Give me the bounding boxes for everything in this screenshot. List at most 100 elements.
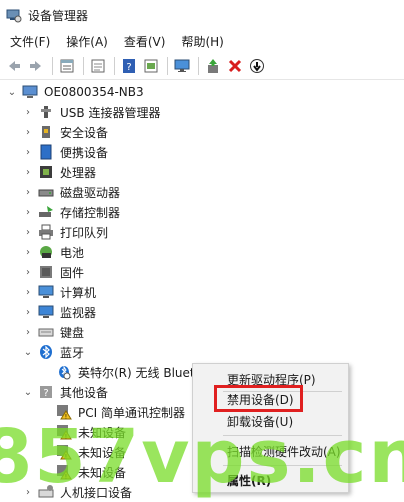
help-icon[interactable]: ? (119, 56, 139, 76)
keyboard-icon (38, 324, 54, 340)
forward-icon[interactable] (26, 56, 46, 76)
update-driver-icon[interactable] (203, 56, 223, 76)
back-icon[interactable] (4, 56, 24, 76)
tree-item-security[interactable]: › 安全设备 (22, 122, 108, 142)
firmware-icon (38, 264, 54, 280)
tree-item-label: USB 连接器管理器 (60, 105, 161, 120)
menu-view[interactable]: 查看(V) (118, 33, 172, 50)
tree-item-bluetooth-adapter[interactable]: 英特尔(R) 无线 Bluet (52, 362, 202, 382)
tree-item-label: 存储控制器 (60, 205, 121, 220)
tree-item-label: PCI 简单通讯控制器 (78, 405, 185, 420)
tree-item-label: 安全设备 (60, 125, 109, 140)
tree-item-pci-controller[interactable]: ! PCI 简单通讯控制器 (52, 402, 185, 422)
tree-item-monitor[interactable]: › 监视器 (22, 302, 96, 322)
chevron-right-icon[interactable]: › (22, 166, 34, 178)
toolbar-separator (52, 56, 53, 75)
tree-item-label: 电池 (60, 245, 85, 260)
tree-item-label: 键盘 (60, 325, 85, 340)
disable-icon[interactable] (247, 56, 267, 76)
battery-icon (38, 244, 54, 260)
warning-icon: ! (56, 464, 72, 480)
menu-bar: 文件(F) 操作(A) 查看(V) 帮助(H) (0, 30, 404, 52)
tree-item-other-devices[interactable]: ⌄ ? 其他设备 (22, 382, 108, 402)
toolbar-separator (198, 56, 199, 75)
context-separator (223, 435, 342, 436)
window-title: 设备管理器 (28, 8, 89, 23)
tree-item-label: 其他设备 (60, 385, 109, 400)
menu-file[interactable]: 文件(F) (4, 33, 56, 50)
tree-root[interactable]: ⌄ OE0800354-NB3 (6, 82, 144, 102)
tree-item-unknown-device[interactable]: ! 未知设备 (52, 422, 126, 442)
toolbar-separator (167, 56, 168, 75)
chevron-right-icon[interactable]: › (22, 286, 34, 298)
tree-item-label: 未知设备 (78, 445, 127, 460)
context-properties[interactable]: 属性(R) (193, 469, 348, 491)
monitor-icon[interactable] (172, 56, 192, 76)
toolbar: ? (0, 52, 404, 80)
toolbar-separator (83, 56, 84, 75)
tree-item-storage[interactable]: › 存储控制器 (22, 202, 120, 222)
menu-help[interactable]: 帮助(H) (175, 33, 229, 50)
chevron-right-icon[interactable]: › (22, 326, 34, 338)
tree-item-bluetooth[interactable]: ⌄ 蓝牙 (22, 342, 84, 362)
tree-item-usb[interactable]: › USB 连接器管理器 (22, 102, 160, 122)
refresh-icon[interactable] (88, 56, 108, 76)
tree-item-printer[interactable]: › 打印队列 (22, 222, 108, 242)
tree-root-label: OE0800354-NB3 (44, 85, 144, 99)
chevron-right-icon[interactable]: › (22, 306, 34, 318)
chevron-right-icon[interactable]: › (22, 246, 34, 258)
tree-item-label: 磁盘驱动器 (60, 185, 121, 200)
unknown-device-icon: ? (38, 384, 54, 400)
uninstall-icon[interactable] (225, 56, 245, 76)
tree-item-unknown-device[interactable]: ! 未知设备 (52, 462, 126, 482)
svg-text:?: ? (126, 62, 131, 73)
tree-item-label: 打印队列 (60, 225, 109, 240)
monitor-icon (38, 304, 54, 320)
tree-item-label: 监视器 (60, 305, 97, 320)
tree-item-label: 人机接口设备 (60, 485, 133, 500)
svg-text:!: ! (65, 454, 67, 461)
tree-item-computer[interactable]: › 计算机 (22, 282, 96, 302)
tree-item-keyboard[interactable]: › 键盘 (22, 322, 84, 342)
chevron-right-icon[interactable]: › (22, 106, 34, 118)
computer-icon (38, 284, 54, 300)
usb-icon (38, 104, 54, 120)
tree-item-firmware[interactable]: › 固件 (22, 262, 84, 282)
storage-controller-icon (38, 204, 54, 220)
context-uninstall-device[interactable]: 卸载设备(U) (193, 410, 348, 432)
show-icon[interactable] (141, 56, 161, 76)
chevron-down-icon[interactable]: ⌄ (6, 86, 18, 98)
device-manager-icon (6, 7, 22, 23)
disk-icon (38, 184, 54, 200)
tree-item-label: 未知设备 (78, 425, 127, 440)
processor-icon (38, 164, 54, 180)
chevron-right-icon[interactable]: › (22, 486, 34, 498)
chevron-right-icon[interactable]: › (22, 226, 34, 238)
svg-text:!: ! (65, 414, 67, 421)
tree-item-battery[interactable]: › 电池 (22, 242, 84, 262)
toolbar-separator (114, 56, 115, 75)
tree-item-disk[interactable]: › 磁盘驱动器 (22, 182, 120, 202)
context-scan-hardware[interactable]: 扫描检测硬件改动(A) (193, 440, 348, 462)
security-icon (38, 124, 54, 140)
tree-item-portable[interactable]: › 便携设备 (22, 142, 108, 162)
portable-device-icon (38, 144, 54, 160)
svg-text:!: ! (65, 434, 67, 441)
tree-item-processor[interactable]: › 处理器 (22, 162, 96, 182)
chevron-right-icon[interactable]: › (22, 146, 34, 158)
chevron-right-icon[interactable]: › (22, 186, 34, 198)
tree-item-label: 蓝牙 (60, 345, 85, 360)
properties-icon[interactable] (57, 56, 77, 76)
warning-icon: ! (56, 424, 72, 440)
chevron-down-icon[interactable]: ⌄ (22, 346, 34, 358)
warning-icon: ! (56, 404, 72, 420)
chevron-right-icon[interactable]: › (22, 266, 34, 278)
chevron-down-icon[interactable]: ⌄ (22, 386, 34, 398)
tree-item-label: 英特尔(R) 无线 Bluet (78, 365, 195, 380)
tree-item-hid[interactable]: › 人机接口设备 (22, 482, 132, 502)
tree-item-unknown-device[interactable]: ! 未知设备 (52, 442, 126, 462)
menu-action[interactable]: 操作(A) (60, 33, 114, 50)
highlight-box (214, 385, 303, 412)
chevron-right-icon[interactable]: › (22, 206, 34, 218)
chevron-right-icon[interactable]: › (22, 126, 34, 138)
